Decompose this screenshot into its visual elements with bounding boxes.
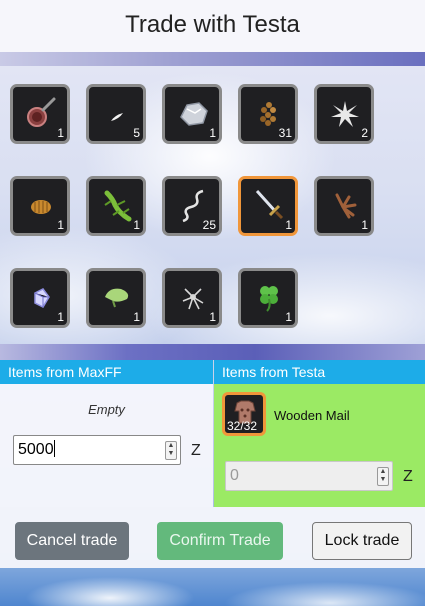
clover-icon [260,286,278,312]
offer-item-wooden-mail[interactable]: 32/32 [222,392,266,436]
offer-item-name: Wooden Mail [274,408,350,423]
frying-pan-icon [27,97,56,127]
window-title: Trade with Testa [0,0,425,52]
item-quantity: 1 [133,310,140,324]
item-quantity: 1 [57,218,64,232]
spider-icon [182,288,204,310]
item-quantity: 1 [285,310,292,324]
zeny-unit-label: Z [191,442,201,459]
item-quantity: 1 [285,218,292,232]
inventory-slot-seed-cluster[interactable]: 31 [238,84,298,144]
claw-icon [335,193,357,219]
my-zeny-value: 5000 [18,441,54,458]
lizard-icon [104,190,132,222]
zeny-spinner-disabled: ▲ ▼ [377,467,389,486]
inventory-slot-lizard[interactable]: 1 [86,176,146,236]
item-quantity: 2 [361,126,368,140]
crystal-icon [34,288,50,308]
inventory-slot-silver-ore[interactable]: 1 [162,84,222,144]
text-caret [53,440,55,457]
inventory-slot-feather[interactable]: 5 [86,84,146,144]
inventory-slot-sword[interactable]: 1 [238,176,298,236]
white-fur-icon [331,101,359,127]
inventory-slot-rope[interactable]: 25 [162,176,222,236]
item-quantity: 1 [361,218,368,232]
empty-offer-label: Empty [88,402,125,417]
sword-icon [255,189,284,220]
zeny-spinner[interactable]: ▲ ▼ [165,441,177,460]
inventory-slot-clover[interactable]: 1 [238,268,298,328]
item-quantity: 25 [202,218,216,232]
inventory-slot-crystal[interactable]: 1 [10,268,70,328]
item-quantity: 1 [209,126,216,140]
offer-item-quantity: 32/32 [227,419,258,433]
item-quantity: 1 [57,126,64,140]
inventory-slot-white-fur[interactable]: 2 [314,84,374,144]
item-quantity: 1 [57,310,64,324]
inventory-slot-grub[interactable]: 1 [10,176,70,236]
my-zeny-input[interactable]: 5000 ▲ ▼ [13,435,181,465]
silver-ore-icon [180,102,208,126]
leaf-icon [105,288,129,308]
item-quantity: 5 [133,126,140,140]
my-offer-header: Items from MaxFF [0,360,213,384]
their-offer-header: Items from Testa [214,360,425,384]
inventory-slot-frying-pan[interactable]: 1 [10,84,70,144]
item-quantity: 1 [209,310,216,324]
their-zeny-unit-label: Z [403,468,413,485]
item-quantity: 31 [278,126,292,140]
inventory-slot-claw[interactable]: 1 [314,176,374,236]
item-quantity: 1 [133,218,140,232]
inventory-slot-leaf[interactable]: 1 [86,268,146,328]
their-offer-panel: 32/32 Wooden Mail 0 ▲ ▼ Z [214,384,425,507]
my-offer-panel: Empty 5000 ▲ ▼ Z [0,384,213,507]
trade-actions-bar: Cancel trade Confirm Trade Lock trade [0,507,425,568]
their-zeny-input: 0 ▲ ▼ [225,461,393,491]
cancel-trade-button[interactable]: Cancel trade [15,522,129,560]
inventory-slot-spider[interactable]: 1 [162,268,222,328]
confirm-trade-button[interactable]: Confirm Trade [157,522,283,560]
feather-icon [111,113,123,121]
title-divider [0,52,425,66]
grub-icon [31,200,51,214]
section-divider [0,344,425,360]
their-zeny-placeholder: 0 [230,467,239,484]
footer-background [0,568,425,606]
lock-trade-button[interactable]: Lock trade [312,522,412,560]
